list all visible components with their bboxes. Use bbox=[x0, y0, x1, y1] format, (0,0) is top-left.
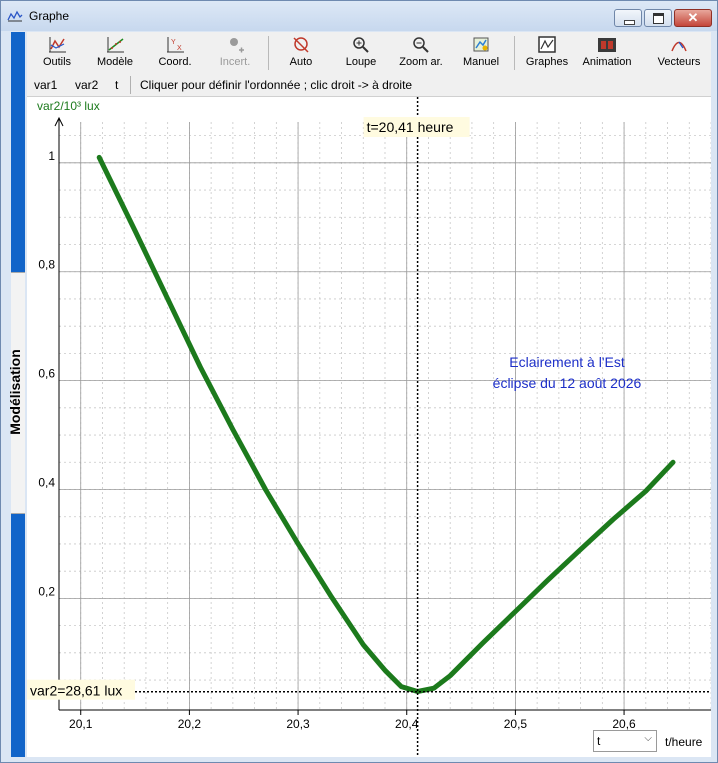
outils-button[interactable]: Outils bbox=[27, 34, 87, 72]
graph-app-icon bbox=[7, 10, 23, 22]
loupe-button[interactable]: Loupe bbox=[331, 34, 391, 72]
x-tick-label: 20,6 bbox=[612, 717, 636, 731]
svg-text:Y: Y bbox=[171, 39, 176, 46]
plot-area[interactable]: 20,1 20,2 20,3 20,4 20,5 20,6 0,2 0,4 0,6 0,8 1 t=… bbox=[27, 97, 711, 757]
x-tick-label: 20,3 bbox=[286, 717, 310, 731]
side-tab-label: Modélisation bbox=[7, 349, 23, 435]
incert-label: Incert. bbox=[219, 56, 251, 68]
graph-window: Graphe ✕ Modélisation Outils Modèle Y X … bbox=[0, 0, 718, 763]
graph-content: Outils Modèle Y X Coord. Incert. Auto Lo… bbox=[27, 32, 711, 757]
y-readout: var2=28,61 lux bbox=[30, 683, 122, 699]
loupe-label: Loupe bbox=[345, 56, 377, 68]
y-tick-label: 0,2 bbox=[38, 584, 55, 598]
y-tick-label: 0,8 bbox=[38, 258, 55, 272]
chevron-down-icon: ⌵ bbox=[644, 733, 652, 744]
side-tab-label-box: Modélisation bbox=[3, 346, 27, 446]
vecteurs-label: Vecteurs bbox=[657, 56, 701, 68]
var1-selector[interactable]: var1 bbox=[34, 78, 57, 92]
varbar-separator bbox=[130, 76, 131, 94]
t-selector[interactable]: t bbox=[115, 78, 118, 92]
minimize-button[interactable] bbox=[614, 9, 642, 27]
incert-button[interactable]: Incert. bbox=[205, 34, 265, 72]
manuel-label: Manuel bbox=[462, 56, 500, 68]
x-tick-label: 20,1 bbox=[69, 717, 93, 731]
y-tick-label: 0,4 bbox=[38, 476, 55, 490]
close-button[interactable]: ✕ bbox=[674, 9, 712, 27]
animation-label: Animation bbox=[582, 56, 632, 68]
axes-chart-icon bbox=[49, 37, 66, 53]
auto-scale-icon bbox=[293, 37, 309, 53]
x-tick-label: 20,5 bbox=[504, 717, 528, 731]
manual-icon bbox=[473, 37, 489, 52]
title-bar[interactable]: Graphe ✕ bbox=[1, 1, 717, 31]
x-variable-select[interactable]: t ⌵ bbox=[593, 730, 657, 752]
x-tick-label: 20,4 bbox=[395, 717, 419, 731]
x-variable-value: t bbox=[597, 734, 601, 748]
zoom-arriere-button[interactable]: Zoom ar. bbox=[391, 34, 451, 72]
auto-button[interactable]: Auto bbox=[271, 34, 331, 72]
y-tick-label: 0,6 bbox=[38, 367, 55, 381]
series-line bbox=[96, 154, 676, 694]
coord-label: Coord. bbox=[158, 56, 192, 68]
maximize-button[interactable] bbox=[644, 9, 672, 27]
toolbar-separator-2 bbox=[514, 36, 515, 70]
vecteurs-button[interactable]: Vecteurs bbox=[649, 34, 709, 72]
vectors-icon bbox=[671, 41, 687, 52]
zoom-out-icon bbox=[413, 37, 429, 53]
animation-button[interactable]: Animation bbox=[577, 34, 637, 72]
annotation-line: Eclairement à l'Est bbox=[509, 354, 625, 370]
var2-selector[interactable]: var2 bbox=[75, 78, 98, 92]
toolbar: Outils Modèle Y X Coord. Incert. Auto Lo… bbox=[27, 32, 711, 74]
zoom-arriere-label: Zoom ar. bbox=[399, 56, 443, 68]
graphs-icon bbox=[538, 36, 556, 53]
zoom-in-icon bbox=[353, 37, 369, 53]
outils-label: Outils bbox=[42, 56, 72, 68]
modele-label: Modèle bbox=[96, 56, 134, 68]
graphes-button[interactable]: Graphes bbox=[517, 34, 577, 72]
ordinate-hint: Cliquer pour définir l'ordonnée ; clic d… bbox=[140, 78, 413, 92]
x-unit-label: t/heure bbox=[665, 735, 703, 749]
y-tick-label: 1 bbox=[48, 149, 55, 163]
auto-label: Auto bbox=[289, 56, 313, 68]
y-axis-label: var2/10³ lux bbox=[37, 99, 100, 113]
x-tick-label: 20,2 bbox=[178, 717, 202, 731]
svg-text:X: X bbox=[177, 45, 182, 52]
model-curve-icon bbox=[107, 37, 124, 53]
coord-button[interactable]: Y X Coord. bbox=[145, 34, 205, 72]
film-icon bbox=[598, 38, 616, 52]
uncertainty-icon bbox=[230, 38, 244, 53]
toolbar-separator bbox=[268, 36, 269, 70]
window-title: Graphe bbox=[29, 9, 70, 23]
close-icon: ✕ bbox=[687, 10, 699, 25]
modele-button[interactable]: Modèle bbox=[85, 34, 145, 72]
manuel-button[interactable]: Manuel bbox=[451, 34, 511, 72]
x-readout: t=20,41 heure bbox=[367, 119, 454, 135]
variable-bar: var1 var2 t Cliquer pour définir l'ordon… bbox=[27, 74, 711, 97]
annotation-line: éclipse du 12 août 2026 bbox=[493, 375, 642, 391]
chart-svg[interactable]: 20,1 20,2 20,3 20,4 20,5 20,6 0,2 0,4 0,6 0,8 1 t=… bbox=[27, 97, 711, 757]
coordinates-icon: Y X bbox=[167, 37, 184, 53]
graphes-label: Graphes bbox=[525, 56, 569, 68]
